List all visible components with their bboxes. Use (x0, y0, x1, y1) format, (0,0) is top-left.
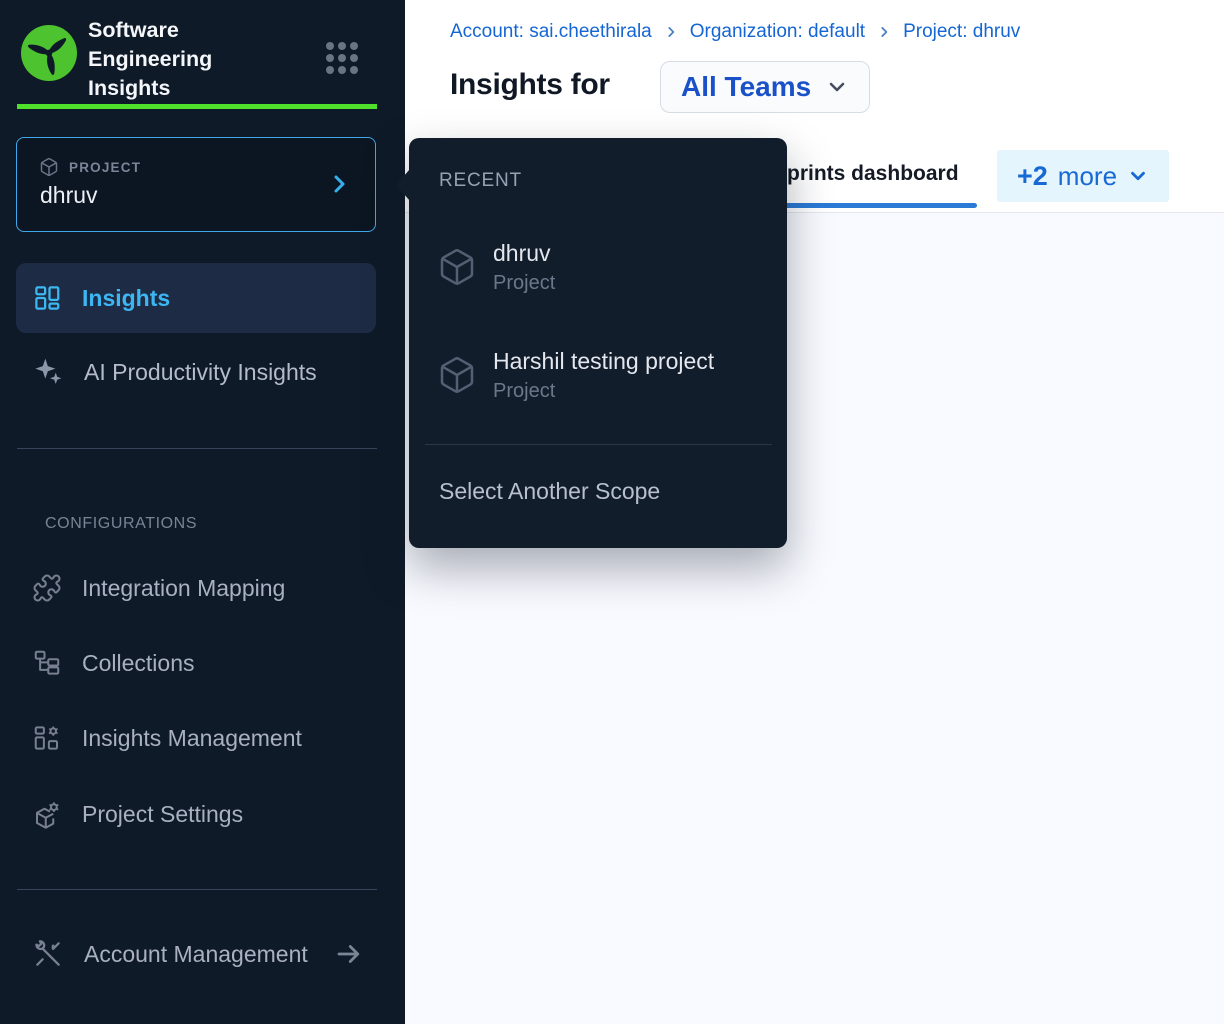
project-cube-icon (437, 355, 477, 395)
chevron-right-icon (664, 25, 678, 39)
page-title: Insights for (450, 68, 610, 102)
sidebar-divider (17, 889, 377, 890)
chevron-down-icon (1127, 165, 1149, 187)
sidebar-item-insights-management[interactable]: Insights Management (16, 714, 376, 762)
app-title: Software Engineering Insights (88, 16, 268, 103)
arrow-right-icon (334, 939, 364, 969)
panel-pointer-arrow (396, 169, 410, 201)
more-tabs-label: more (1058, 161, 1117, 192)
scope-item-name: Harshil testing project (493, 345, 714, 377)
header-accent-bar (17, 104, 377, 109)
sidebar-item-project-settings[interactable]: Project Settings (16, 790, 376, 838)
puzzle-icon (32, 573, 62, 603)
select-another-scope-button[interactable]: Select Another Scope (439, 478, 660, 505)
collections-tree-icon (32, 648, 62, 678)
sidebar-item-label: AI Productivity Insights (84, 359, 317, 386)
cube-gear-icon (32, 799, 62, 829)
panel-divider (425, 444, 772, 445)
recent-scope-item-harshil-testing-project[interactable]: Harshil testing project Project (437, 342, 767, 408)
sidebar-item-label: Project Settings (82, 801, 243, 828)
team-selector-value: All Teams (681, 71, 811, 103)
project-cube-icon (437, 247, 477, 287)
app-switcher-icon[interactable] (326, 42, 360, 74)
breadcrumb: Account: sai.cheethirala Organization: d… (450, 21, 1020, 43)
chevron-right-icon (327, 172, 351, 196)
breadcrumb-project-link[interactable]: Project: dhruv (903, 21, 1020, 43)
sidebar-item-label: Account Management (84, 941, 308, 968)
configurations-section-label: CONFIGURATIONS (45, 515, 197, 533)
active-tab-indicator (757, 203, 977, 208)
team-selector-dropdown[interactable]: All Teams (660, 61, 870, 113)
recent-section-label: RECENT (439, 170, 522, 192)
scope-item-name: dhruv (493, 237, 555, 269)
sparkles-icon (32, 356, 64, 388)
insights-gear-icon (32, 723, 62, 753)
app-logo-icon (21, 25, 77, 81)
sidebar-divider (17, 448, 377, 449)
scope-item-type: Project (493, 377, 714, 405)
project-card-name: dhruv (40, 182, 98, 209)
breadcrumb-account-link[interactable]: Account: sai.cheethirala (450, 21, 652, 43)
sidebar: Software Engineering Insights PROJECT dh… (0, 0, 405, 1024)
tab-sprints-dashboard[interactable]: Sprints dashboard (757, 162, 975, 186)
sidebar-item-insights[interactable]: Insights (16, 263, 376, 333)
insights-dashboard-icon (32, 283, 62, 313)
more-tabs-dropdown[interactable]: +2 more (997, 150, 1169, 202)
recent-scope-item-dhruv[interactable]: dhruv Project (437, 234, 767, 300)
more-tabs-count: +2 (1017, 161, 1048, 192)
sidebar-item-label: Insights Management (82, 725, 302, 752)
scope-dropdown-panel: RECENT dhruv Project Harshil testing pro… (409, 138, 787, 548)
sidebar-item-account-management[interactable]: Account Management (16, 930, 376, 978)
project-card-label: PROJECT (69, 160, 141, 175)
sidebar-item-integration-mapping[interactable]: Integration Mapping (16, 564, 376, 612)
sidebar-item-label: Collections (82, 650, 195, 677)
tools-icon (32, 938, 64, 970)
chevron-down-icon (825, 75, 849, 99)
project-cube-icon (39, 157, 59, 177)
project-scope-card[interactable]: PROJECT dhruv (16, 137, 376, 232)
scope-item-type: Project (493, 269, 555, 297)
chevron-right-icon (877, 25, 891, 39)
breadcrumb-organization-link[interactable]: Organization: default (690, 21, 865, 43)
sidebar-item-label: Insights (82, 285, 170, 312)
sidebar-item-collections[interactable]: Collections (16, 639, 376, 687)
sidebar-item-label: Integration Mapping (82, 575, 285, 602)
sidebar-item-ai-productivity[interactable]: AI Productivity Insights (16, 348, 376, 396)
